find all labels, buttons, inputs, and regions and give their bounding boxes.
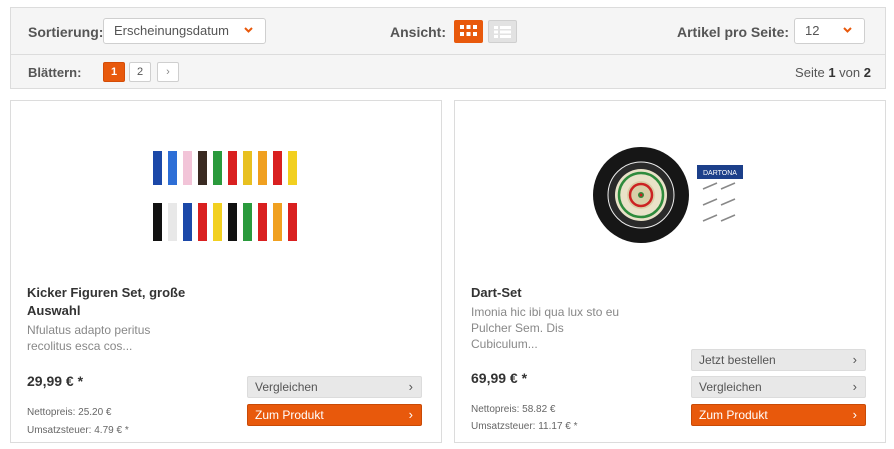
page-current: 1: [828, 65, 836, 80]
grid-icon: [460, 25, 477, 36]
list-view-button[interactable]: [488, 20, 517, 43]
sort-value: Erscheinungsdatum: [114, 23, 229, 38]
chevron-right-icon: ›: [852, 407, 857, 422]
chevron-down-icon: [244, 27, 253, 33]
sort-select[interactable]: Erscheinungsdatum: [103, 18, 266, 44]
product-card: DARTONA Dart-Set Imonia hic ibi qua lux …: [454, 100, 886, 443]
page-1-button[interactable]: 1: [103, 62, 125, 82]
net-price: Nettopreis: 25.20 €: [27, 407, 112, 418]
view-product-button[interactable]: Zum Produkt ›: [691, 404, 866, 426]
toolbar-divider: [11, 54, 885, 55]
product-description: Nfulatus adapto peritus recolitus esca c…: [27, 323, 151, 353]
per-page-value: 12: [805, 23, 820, 38]
page-prefix: Seite: [795, 65, 825, 80]
tax-amount: Umsatzsteuer: 4.79 € *: [27, 425, 129, 436]
compare-label: Vergleichen: [699, 380, 762, 394]
per-page-label: Artikel pro Seite:: [677, 24, 790, 40]
grid-view-button[interactable]: [454, 20, 483, 43]
order-now-label: Jetzt bestellen: [699, 353, 776, 367]
product-price: 29,99 € *: [27, 373, 84, 389]
product-image-dartboard[interactable]: DARTONA: [593, 145, 749, 245]
compare-button[interactable]: Vergleichen ›: [247, 376, 422, 398]
compare-button[interactable]: Vergleichen ›: [691, 376, 866, 398]
sort-label: Sortierung:: [28, 24, 104, 40]
view-product-button[interactable]: Zum Produkt ›: [247, 404, 422, 426]
order-now-button[interactable]: Jetzt bestellen ›: [691, 349, 866, 371]
chevron-right-icon: ›: [408, 407, 413, 422]
page-2-button[interactable]: 2: [129, 62, 151, 82]
kicker-figures-row-2: [153, 203, 297, 241]
page-indicator: Seite 1 von 2: [795, 65, 871, 80]
listing-toolbar: Sortierung: Erscheinungsdatum Ansicht: A…: [10, 7, 886, 89]
product-title[interactable]: Kicker Figuren Set, große Auswahl: [27, 284, 212, 320]
product-image-kicker[interactable]: [149, 143, 305, 245]
browse-label: Blättern:: [28, 65, 82, 80]
tax-amount: Umsatzsteuer: 11.17 € *: [471, 421, 578, 432]
view-product-label: Zum Produkt: [255, 408, 324, 422]
kicker-figures-row-1: [153, 151, 297, 185]
chevron-right-icon: ›: [852, 379, 857, 394]
product-description: Imonia hic ibi qua lux sto eu Pulcher Se…: [471, 305, 620, 351]
chevron-right-icon: ›: [852, 352, 857, 367]
product-title[interactable]: Dart-Set: [471, 284, 656, 302]
list-icon: [494, 26, 511, 38]
view-label: Ansicht:: [390, 24, 446, 40]
product-card: Kicker Figuren Set, große Auswahl Nfulat…: [10, 100, 442, 443]
page-of: von: [839, 65, 861, 80]
page-total: 2: [863, 65, 871, 80]
compare-label: Vergleichen: [255, 380, 318, 394]
product-price: 69,99 € *: [471, 370, 528, 386]
next-page-button[interactable]: ›: [157, 62, 179, 82]
net-price: Nettopreis: 58.82 €: [471, 404, 556, 415]
chevron-right-icon: ›: [408, 379, 413, 394]
dartona-logo-text: DARTONA: [703, 170, 737, 177]
view-product-label: Zum Produkt: [699, 408, 768, 422]
per-page-select[interactable]: 12: [794, 18, 865, 44]
chevron-down-icon: [843, 27, 852, 33]
